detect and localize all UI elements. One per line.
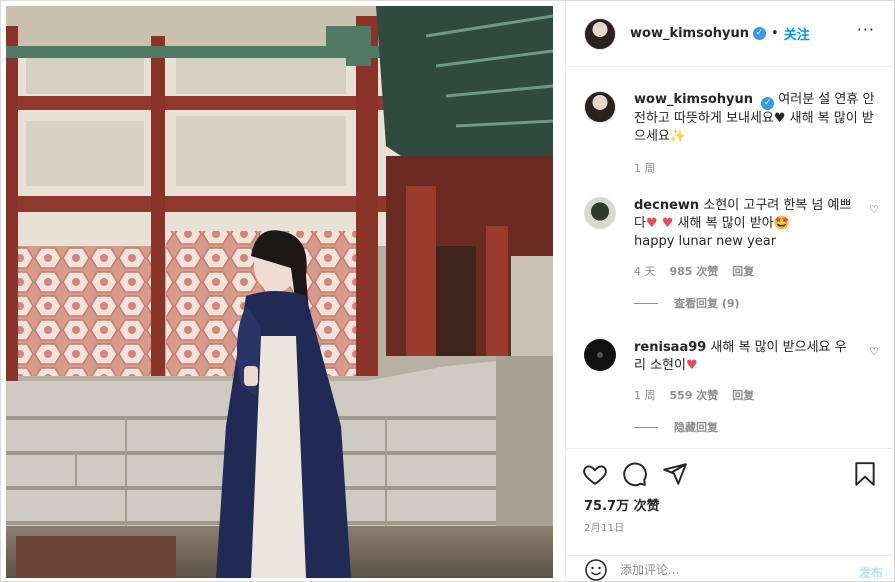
view-replies-label: 查看回复 (9) [674,297,740,310]
separator-dot: • [771,26,779,41]
author-avatar[interactable] [584,91,616,123]
post-sidebar: wow_kimsohyun ✓ • 关注 ··· wow_kimsohyun ✓… [565,1,895,582]
action-icons [582,461,882,489]
comment-likes[interactable]: 985 次赞 [670,263,719,279]
post-actions: 75.7万 次赞 2月11日 发布 [566,448,895,582]
follow-button[interactable]: 关注 [784,24,810,43]
reply-button[interactable]: 回复 [732,387,754,403]
comment-username[interactable]: renisaa99 [634,340,706,355]
comment-item: renisaa99 새해 복 많이 받으세요 우리 소현이♥ ♡ 1 周 559… [584,339,879,435]
post-dialog: wow_kimsohyun ✓ • 关注 ··· wow_kimsohyun ✓… [0,0,895,582]
verified-icon: ✓ [753,27,767,40]
comment-time[interactable]: 1 周 [634,387,656,403]
author-avatar[interactable] [584,17,616,50]
comment-text-line2: happy lunar new year [634,234,777,249]
comment-username[interactable]: decnewn [634,198,699,213]
replies-line [634,426,658,428]
heart-emoji: ♥ ♥ [645,216,674,231]
post-header: wow_kimsohyun ✓ • 关注 ··· [566,1,895,67]
share-icon[interactable] [662,461,688,487]
post-image [6,6,553,578]
post-photo[interactable] [6,6,553,578]
post-comment-button[interactable]: 发布 [859,564,883,581]
author-username[interactable]: wow_kimsohyun [630,26,749,41]
hide-replies-label: 隐藏回复 [674,421,718,434]
like-comment-heart-icon[interactable]: ♡ [869,203,879,216]
comment-time[interactable]: 4 天 [634,263,656,279]
comment-icon[interactable] [622,461,648,487]
smiley-icon[interactable] [584,558,608,582]
likes-count[interactable]: 75.7万 次赞 [584,495,660,514]
comment-input[interactable] [620,563,830,577]
reply-button[interactable]: 回复 [732,263,754,279]
add-comment-bar: 发布 [566,555,895,582]
caption-time[interactable]: 1 周 [634,160,656,176]
comment-item: decnewn 소현이 고구려 한복 넘 예쁘다♥ ♥ 새해 복 많이 받아🤩 … [584,197,879,311]
heart-icon[interactable] [582,461,608,487]
hide-replies-button[interactable]: 隐藏回复 [634,419,879,435]
caption: wow_kimsohyun ✓ 여러분 설 연휴 안전하고 따뜻하게 보내세요♥… [584,91,879,176]
comments-list: wow_kimsohyun ✓ 여러분 설 연휴 안전하고 따뜻하게 보내세요♥… [566,67,895,447]
commenter-avatar[interactable] [584,197,616,229]
verified-icon: ✓ [761,97,775,110]
post-date[interactable]: 2月11日 [584,519,625,534]
caption-username[interactable]: wow_kimsohyun [634,92,753,107]
commenter-avatar[interactable] [584,339,616,371]
view-replies-button[interactable]: 查看回复 (9) [634,295,879,311]
bookmark-icon[interactable] [852,461,878,487]
comment-text-tail: 새해 복 많이 받아🤩 [673,216,790,231]
comment-likes[interactable]: 559 次赞 [670,387,719,403]
more-icon[interactable]: ··· [857,22,875,38]
heart-emoji: ♥ [685,358,698,373]
replies-line [634,302,658,304]
like-comment-heart-icon[interactable]: ♡ [869,345,879,358]
